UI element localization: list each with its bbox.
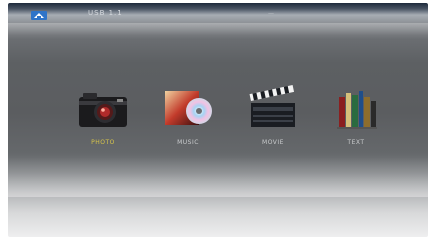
books-icon	[337, 91, 377, 129]
menu-item-label: TEXT	[347, 139, 365, 146]
menu-item-text[interactable]: TEXT	[316, 81, 396, 153]
device-status: —	[268, 10, 274, 17]
home-icon[interactable]	[30, 9, 48, 21]
top-gloss	[8, 23, 428, 39]
menu-item-photo[interactable]: PHOTO	[63, 81, 143, 153]
menu-item-music[interactable]: MUSIC	[148, 81, 228, 153]
top-bar: USB 1.1 —	[8, 3, 428, 23]
music-disc-icon	[165, 91, 212, 125]
menu-item-label: MOVIE	[262, 139, 284, 146]
camera-icon	[79, 93, 127, 127]
media-player-screen: USB 1.1 — PHOTO MUSIC MOVIE TEXT	[8, 3, 428, 237]
clapperboard-icon	[249, 85, 295, 127]
floor-reflection	[8, 157, 428, 197]
breadcrumb: USB 1.1	[88, 9, 123, 17]
menu-item-label: MUSIC	[177, 139, 199, 146]
menu-item-movie[interactable]: MOVIE	[233, 81, 313, 153]
menu-item-label: PHOTO	[91, 139, 115, 146]
media-menu: PHOTO MUSIC MOVIE TEXT	[8, 81, 428, 161]
